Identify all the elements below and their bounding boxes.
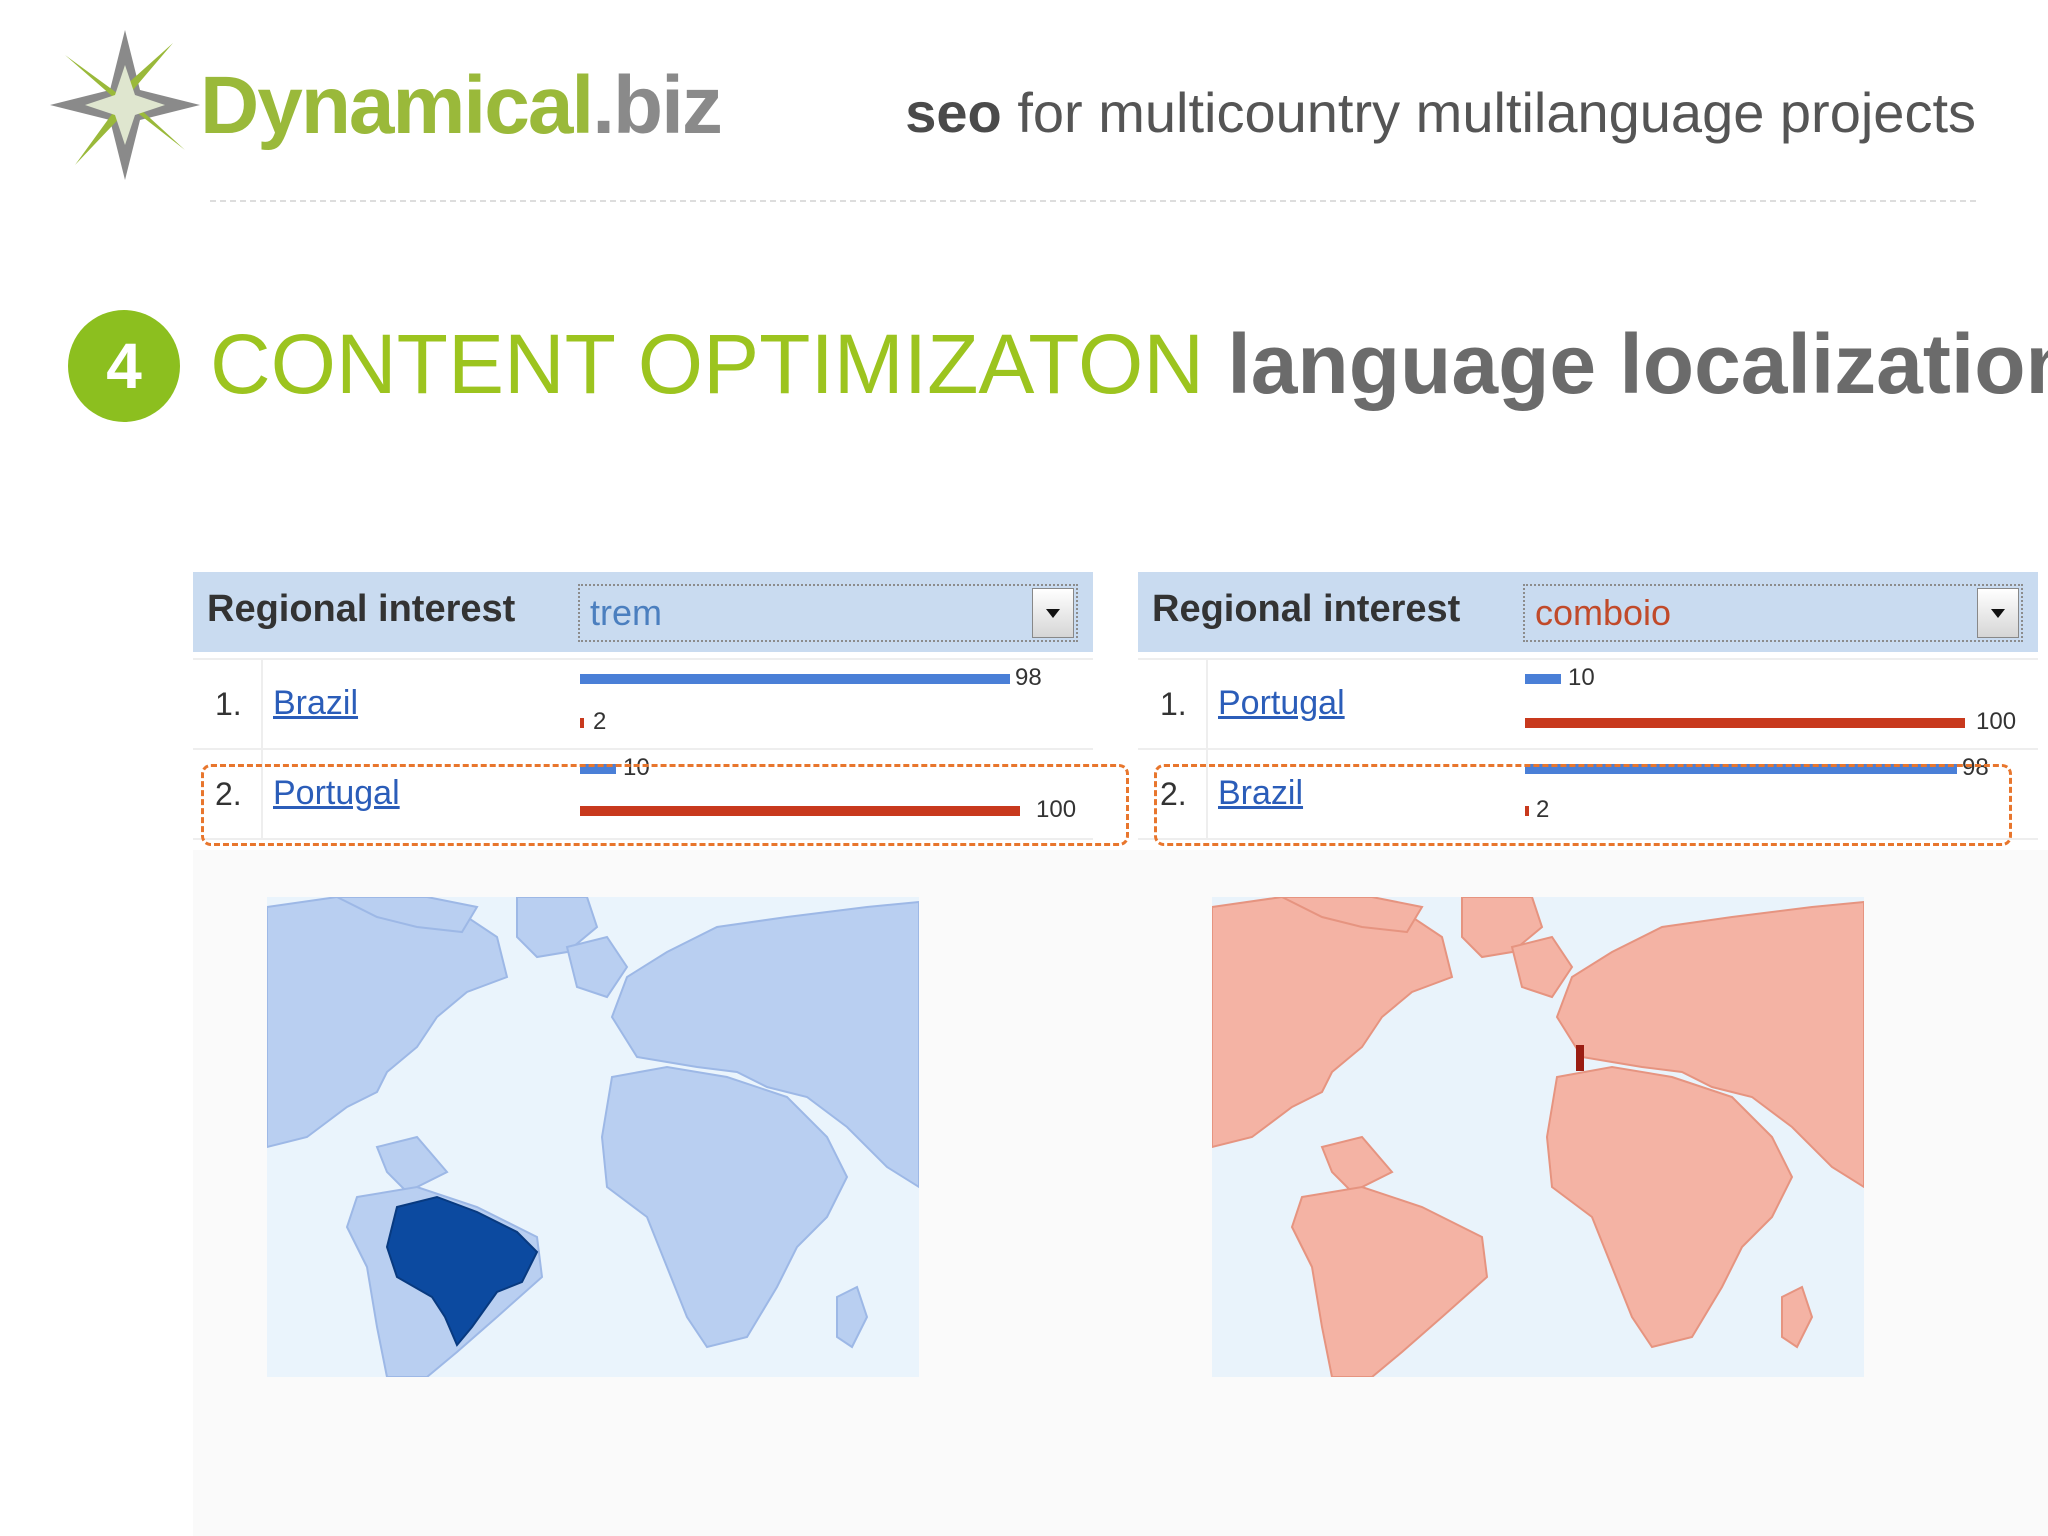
world-map-trem xyxy=(267,897,919,1377)
panel-header: Regional interest trem xyxy=(193,572,1093,652)
country-link-brazil[interactable]: Brazil xyxy=(273,684,358,723)
chevron-down-icon xyxy=(1046,608,1060,618)
bar-value-red: 2 xyxy=(593,708,607,735)
column-divider xyxy=(261,660,263,748)
term-select[interactable]: trem xyxy=(578,584,1078,642)
step-number-badge: 4 xyxy=(68,310,180,422)
bar-value-blue: 10 xyxy=(1568,664,1595,691)
tagline-bold: seo xyxy=(905,81,1002,144)
logo-tld: .biz xyxy=(592,60,723,151)
logo: Dynamical.biz xyxy=(45,25,725,185)
panel-header: Regional interest comboio xyxy=(1138,572,2038,652)
term-select[interactable]: comboio xyxy=(1523,584,2023,642)
list-item: 1. Brazil 98 2 xyxy=(193,658,1093,748)
logo-star-icon xyxy=(50,30,200,180)
page-title: CONTENT OPTIMIZATON language localizatio… xyxy=(210,322,2048,406)
bar-blue xyxy=(580,674,1010,684)
panel-title: Regional interest xyxy=(1152,588,1461,630)
dropdown-button[interactable] xyxy=(1977,588,2019,638)
rank: 1. xyxy=(215,686,242,722)
highlight-box xyxy=(201,764,1129,846)
dropdown-button[interactable] xyxy=(1032,588,1074,638)
logo-name: Dynamical xyxy=(200,60,594,151)
bar-value-blue: 98 xyxy=(1015,664,1042,691)
bar-red xyxy=(1525,718,1965,728)
world-map-comboio xyxy=(1212,897,1864,1377)
bar-value-red: 100 xyxy=(1976,708,2017,735)
bar-red xyxy=(580,718,584,728)
chevron-down-icon xyxy=(1991,608,2005,618)
list-item: 1. Portugal 10 100 xyxy=(1138,658,2038,748)
tagline: seo for multicountry multilanguage proje… xyxy=(905,80,1976,145)
term-select-value: trem xyxy=(590,592,662,633)
term-select-value: comboio xyxy=(1535,592,1672,633)
header-divider xyxy=(210,200,1976,202)
title-main: CONTENT OPTIMIZATON xyxy=(210,317,1205,411)
bar-blue xyxy=(1525,674,1561,684)
highlight-box xyxy=(1154,764,2012,846)
title-sub: language localization xyxy=(1227,317,2048,411)
portugal-region xyxy=(1576,1045,1584,1071)
country-link-portugal[interactable]: Portugal xyxy=(1218,684,1345,723)
world-map-graphic xyxy=(1212,897,1864,1377)
rank: 1. xyxy=(1160,686,1187,722)
column-divider xyxy=(1206,660,1208,748)
world-map-graphic xyxy=(267,897,919,1377)
tagline-rest: for multicountry multilanguage projects xyxy=(1001,81,1976,144)
panel-title: Regional interest xyxy=(207,588,516,630)
